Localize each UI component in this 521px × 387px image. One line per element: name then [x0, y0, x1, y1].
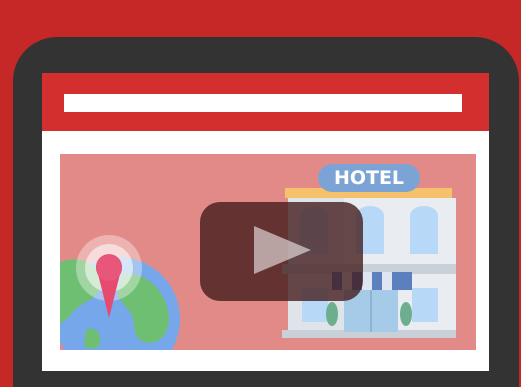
video-thumbnail[interactable]: HOTEL [60, 154, 476, 350]
play-button[interactable] [200, 202, 363, 301]
play-icon [254, 226, 311, 274]
device-screen: HOTEL [42, 73, 489, 371]
url-input[interactable] [64, 94, 462, 112]
browser-bar [42, 73, 489, 131]
hotel-sign-label: HOTEL [333, 167, 405, 189]
